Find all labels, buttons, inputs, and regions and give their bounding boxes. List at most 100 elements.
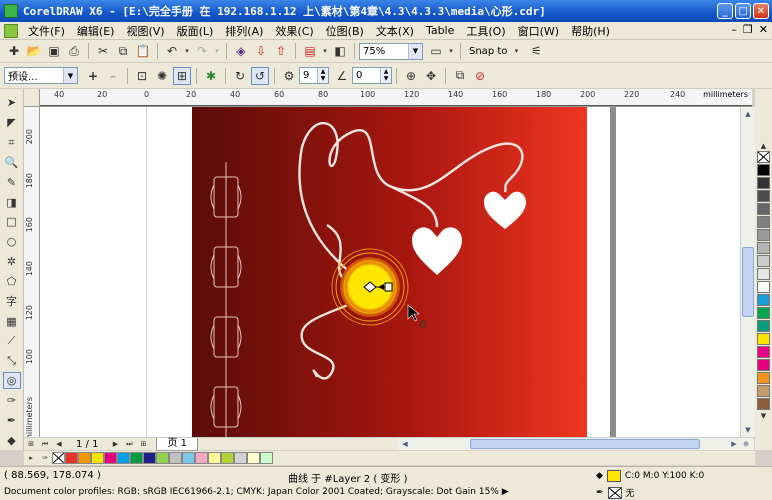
page-counter[interactable]: 1 / 1 (76, 439, 98, 450)
menu-table[interactable]: Table (420, 24, 460, 37)
no-color-swatch[interactable] (52, 452, 65, 464)
options-icon[interactable]: ⚟ (527, 42, 545, 60)
outline-pen-tool-icon[interactable]: ✒ (3, 412, 21, 429)
mirror-rotate-icon[interactable]: ↺ (251, 66, 269, 85)
palette-swatch[interactable] (757, 242, 770, 254)
palette-swatch[interactable] (757, 359, 770, 371)
palette-swatch[interactable] (757, 268, 770, 280)
launcher-dropdown-icon[interactable]: ▾ (321, 42, 329, 60)
shape-tool-icon[interactable]: ◤ (3, 114, 21, 131)
undo-icon[interactable]: ↶ (163, 42, 181, 60)
color-eyedropper-tool-icon[interactable]: ✑ (3, 392, 21, 409)
palette-swatch[interactable] (757, 398, 770, 410)
document-swatch[interactable] (91, 452, 104, 464)
insert-page-before-icon[interactable]: ⊞ (25, 438, 37, 450)
menu-tools[interactable]: 工具(O) (460, 23, 511, 39)
menu-arrange[interactable]: 排列(A) (219, 23, 269, 39)
expand-arrow-icon[interactable]: ▶ (502, 487, 509, 497)
redo-dropdown-icon[interactable]: ▾ (213, 42, 221, 60)
contour-to-center-icon[interactable]: ⊡ (133, 67, 151, 85)
pick-tool-icon[interactable]: ➤ (3, 95, 21, 112)
full-screen-preview-icon[interactable]: ▭ (427, 42, 445, 60)
document-swatch[interactable] (260, 452, 273, 464)
paste-icon[interactable]: 📋 (134, 42, 152, 60)
palette-swatch[interactable] (757, 164, 770, 176)
vertical-ruler[interactable]: 200 180 160 140 120 100 millimeters (24, 107, 40, 442)
menu-text[interactable]: 文本(X) (370, 23, 420, 39)
copy-properties-icon[interactable]: ⧉ (451, 67, 469, 85)
scroll-down-icon[interactable]: ▼ (742, 424, 754, 436)
preset-combo[interactable]: 预设... ▼ (4, 67, 78, 84)
contour-end-handle[interactable] (384, 282, 393, 292)
outline-none-swatch[interactable] (607, 486, 622, 499)
basic-shapes-tool-icon[interactable]: ⬠ (3, 273, 21, 290)
save-icon[interactable]: ▣ (45, 42, 63, 60)
palette-swatch[interactable] (757, 216, 770, 228)
rectangle-tool-icon[interactable]: □ (3, 213, 21, 230)
application-launcher-icon[interactable]: ▤ (301, 42, 319, 60)
object-acceleration-icon[interactable]: ⊕ (402, 67, 420, 85)
palette-swatch[interactable] (757, 229, 770, 241)
document-swatch[interactable] (234, 452, 247, 464)
smart-fill-tool-icon[interactable]: ◨ (3, 194, 21, 211)
doc-close-icon[interactable]: ✕ (759, 23, 768, 36)
search-content-icon[interactable]: ◈ (232, 42, 250, 60)
menu-effects[interactable]: 效果(C) (269, 23, 319, 39)
outline-indicator[interactable]: ✒ 无 (596, 486, 635, 499)
document-swatch[interactable] (117, 452, 130, 464)
palette-swatch[interactable] (757, 333, 770, 345)
document-swatch[interactable] (143, 452, 156, 464)
vertical-scroll-thumb[interactable] (742, 247, 754, 317)
menu-view[interactable]: 视图(V) (120, 23, 170, 39)
zoom-dropdown-icon[interactable]: ▾ (447, 42, 455, 60)
palette-swatch[interactable] (757, 190, 770, 202)
fill-tool-icon[interactable]: ◆ (3, 432, 21, 449)
dimension-tool-icon[interactable]: ⟋ (3, 332, 21, 349)
palette-swatch[interactable] (757, 320, 770, 332)
new-document-icon[interactable]: ✚ (5, 42, 23, 60)
copy-icon[interactable]: ⧉ (114, 42, 132, 60)
text-tool-icon[interactable]: 字 (3, 293, 21, 310)
copy-contour-properties-icon[interactable]: ✱ (202, 67, 220, 85)
snap-dropdown-icon[interactable]: ▾ (512, 42, 520, 60)
spinner-arrows-icon[interactable]: ▲ ▼ (317, 68, 328, 83)
contour-offset-field[interactable]: 0 ▲ ▼ (352, 67, 392, 84)
contour-outside-icon[interactable]: ⊞ (173, 66, 191, 85)
document-swatch[interactable] (156, 452, 169, 464)
cut-icon[interactable]: ✂ (94, 42, 112, 60)
insert-page-after-icon[interactable]: ⊞ (137, 438, 149, 450)
document-swatch[interactable] (182, 452, 195, 464)
scroll-right-icon[interactable]: ▶ (728, 438, 740, 450)
contour-inside-icon[interactable]: ✺ (153, 67, 171, 85)
drawing-canvas[interactable] (40, 107, 740, 437)
contour-tool-icon[interactable]: ◎ (2, 372, 21, 390)
next-page-icon[interactable]: ▶ (109, 438, 121, 450)
horizontal-ruler[interactable]: 40 20 0 20 40 60 80 100 120 140 160 180 … (40, 89, 752, 107)
menu-help[interactable]: 帮助(H) (565, 23, 616, 39)
heart-artwork[interactable] (192, 107, 587, 437)
scroll-up-icon[interactable]: ▲ (742, 108, 754, 120)
horizontal-scrollbar[interactable]: ◀ ▶ ⊕ (398, 438, 754, 450)
table-tool-icon[interactable]: ▦ (3, 313, 21, 330)
print-icon[interactable]: ⎙ (65, 42, 83, 60)
contour-steps-field[interactable]: 9 ▲ ▼ (299, 67, 329, 84)
previous-page-icon[interactable]: ◀ (53, 438, 65, 450)
ellipse-tool-icon[interactable]: ○ (3, 233, 21, 250)
snap-to-button[interactable]: Snap to (469, 46, 507, 57)
fill-color-swatch[interactable] (606, 470, 621, 482)
palette-swatch[interactable] (757, 385, 770, 397)
import-icon[interactable]: ⇩ (252, 42, 270, 60)
horizontal-scroll-thumb[interactable] (470, 439, 700, 449)
contour-offset-icon[interactable]: ∠ (333, 67, 351, 85)
first-page-icon[interactable]: ⏮ (39, 438, 51, 450)
vertical-scrollbar[interactable]: ▲ ▼ (740, 107, 755, 437)
page-tab-1[interactable]: 页 1 (156, 437, 198, 451)
document-swatch[interactable] (65, 452, 78, 464)
document-icon[interactable] (4, 23, 18, 38)
undo-dropdown-icon[interactable]: ▾ (183, 42, 191, 60)
ruler-origin-corner[interactable] (24, 89, 40, 107)
document-swatch[interactable] (208, 452, 221, 464)
minimize-button[interactable]: _ (717, 3, 733, 19)
rotate-icon[interactable]: ↻ (231, 67, 249, 85)
document-swatch[interactable] (104, 452, 117, 464)
